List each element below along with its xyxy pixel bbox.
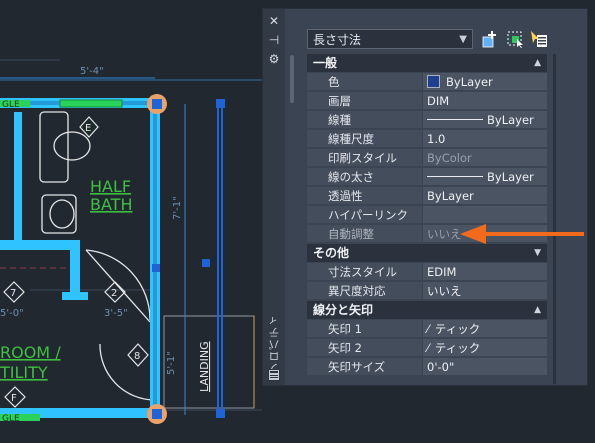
arrow2-value-text: ティック — [434, 341, 481, 355]
property-value-arrow2[interactable]: ⁄ ティック — [423, 339, 547, 357]
property-row-linetype-scale[interactable]: 線種尺度 1.0 — [307, 130, 547, 149]
property-row-arrow1[interactable]: 矢印 1 ⁄ ティック — [307, 320, 547, 339]
chevron-down-icon: ▼ — [459, 34, 467, 45]
line-sample — [427, 176, 483, 177]
dim-35-text: 3'-5" — [104, 308, 128, 319]
line-sample — [427, 119, 483, 120]
property-row-color[interactable]: 色 ByLayer — [307, 73, 547, 92]
color-swatch — [427, 75, 440, 88]
dim-50-text: 5'-0" — [0, 308, 24, 319]
property-row-plot-style[interactable]: 印刷スタイル ByColor — [307, 149, 547, 168]
property-name: 矢印 1 — [307, 320, 422, 338]
property-scrollbar[interactable] — [553, 54, 556, 384]
gle-label-bottom: GLE — [2, 414, 20, 424]
property-row-lineweight[interactable]: 線の太さ ByLayer — [307, 168, 547, 187]
drawing-annotations: 5'-4" E HALF BATH 7'-1" 7 2 5'-0" 3'-5" … — [0, 66, 211, 408]
section-general[interactable]: 一般 ▲ — [307, 54, 547, 73]
toggle-pickadd-icon[interactable] — [481, 29, 501, 49]
property-value: ByColor — [423, 149, 547, 167]
tick-icon: ⁄ — [427, 322, 429, 336]
tag-8: 8 — [134, 351, 140, 362]
property-name: 線の太さ — [307, 168, 422, 186]
chevron-down-icon: ▼ — [534, 248, 541, 258]
palette-grip[interactable] — [290, 55, 294, 103]
property-row-annotative[interactable]: 異尺度対応 いいえ — [307, 282, 547, 301]
dim-top-text: 5'-4" — [80, 66, 104, 77]
object-type-dropdown[interactable]: 長さ寸法 ▼ — [307, 29, 473, 49]
section-other[interactable]: その他 ▼ — [307, 244, 547, 263]
arrow1-value-text: ティック — [434, 322, 481, 336]
window-lintel — [59, 99, 123, 108]
property-value[interactable]: ByLayer — [423, 187, 547, 205]
section-general-title: 一般 — [313, 56, 338, 70]
half-text: HALF — [90, 177, 131, 196]
lineweight-value-text: ByLayer — [487, 170, 534, 184]
property-name: 矢印 2 — [307, 339, 422, 357]
property-value[interactable]: 0'-0" — [423, 358, 547, 376]
callout-arrow — [460, 224, 584, 244]
dim-vertical-text: 7'-1" — [172, 196, 183, 220]
property-name: 異尺度対応 — [307, 282, 422, 300]
property-name: 寸法スタイル — [307, 263, 422, 281]
chevron-up-icon: ▲ — [534, 305, 541, 315]
property-name: 自動調整 — [307, 225, 422, 243]
object-type-value: 長さ寸法 — [313, 33, 362, 47]
color-value-text: ByLayer — [446, 75, 493, 89]
property-name: 画層 — [307, 92, 422, 110]
bath-text: BATH — [90, 195, 132, 214]
property-value-linetype[interactable]: ByLayer — [423, 111, 547, 129]
property-value-lineweight[interactable]: ByLayer — [423, 168, 547, 186]
landing-text: LANDING — [198, 341, 211, 392]
property-value-color[interactable]: ByLayer — [423, 73, 547, 91]
marker-f: F — [11, 393, 17, 404]
property-value[interactable]: いいえ — [423, 282, 547, 300]
tag-7: 7 — [10, 288, 16, 299]
palette-icon[interactable] — [268, 369, 280, 381]
tick-icon: ⁄ — [427, 341, 429, 355]
palette-content: 長さ寸法 ▼ 一般 ▲ 色 ByLayer 画層 DIM 線種 ByLayer … — [307, 9, 587, 385]
palette-title-strip: ✕ ⊣ ⚙ プロパティ — [263, 9, 285, 385]
property-row-transparency[interactable]: 透過性 ByLayer — [307, 187, 547, 206]
property-value-arrow1[interactable]: ⁄ ティック — [423, 320, 547, 338]
section-lines-arrows[interactable]: 線分と矢印 ▲ — [307, 301, 547, 320]
property-name: 色 — [307, 73, 422, 91]
settings-icon[interactable]: ⚙ — [267, 52, 281, 66]
linetype-value-text: ByLayer — [487, 113, 534, 127]
tag-2: 2 — [111, 288, 117, 299]
property-name: 線種 — [307, 111, 422, 129]
property-row-layer[interactable]: 画層 DIM — [307, 92, 547, 111]
property-row-linetype[interactable]: 線種 ByLayer — [307, 111, 547, 130]
autohide-icon[interactable]: ⊣ — [267, 33, 281, 47]
room-text: ROOM / — [0, 343, 61, 362]
property-row-arrow-size[interactable]: 矢印サイズ 0'-0" — [307, 358, 547, 377]
property-row-arrow2[interactable]: 矢印 2 ⁄ ティック — [307, 339, 547, 358]
gle-label: GLE — [2, 100, 20, 110]
property-value[interactable]: 1.0 — [423, 130, 547, 148]
quick-select-icon[interactable] — [529, 29, 549, 49]
property-name: 線種尺度 — [307, 130, 422, 148]
marker-e: E — [85, 123, 91, 134]
property-value[interactable]: EDIM — [423, 263, 547, 281]
property-row-dimstyle[interactable]: 寸法スタイル EDIM — [307, 263, 547, 282]
property-name: ハイパーリンク — [307, 206, 422, 224]
property-value[interactable]: DIM — [423, 92, 547, 110]
utility-text: TILITY — [0, 363, 48, 382]
close-icon[interactable]: ✕ — [267, 14, 281, 28]
property-name: 透過性 — [307, 187, 422, 205]
properties-palette: ✕ ⊣ ⚙ プロパティ 長さ寸法 ▼ 一般 ▲ 色 ByLayer 画層 DIM… — [262, 8, 588, 386]
section-lines-arrows-title: 線分と矢印 — [313, 303, 374, 317]
section-other-title: その他 — [313, 246, 350, 260]
dim-d-text: 5'-1" — [166, 351, 177, 375]
chevron-up-icon: ▲ — [534, 58, 541, 68]
property-grid: 一般 ▲ 色 ByLayer 画層 DIM 線種 ByLayer 線種尺度 1.… — [307, 54, 547, 377]
palette-title: プロパティ — [268, 314, 281, 374]
property-name: 印刷スタイル — [307, 149, 422, 167]
property-name: 矢印サイズ — [307, 358, 422, 376]
select-objects-icon[interactable] — [505, 29, 525, 49]
